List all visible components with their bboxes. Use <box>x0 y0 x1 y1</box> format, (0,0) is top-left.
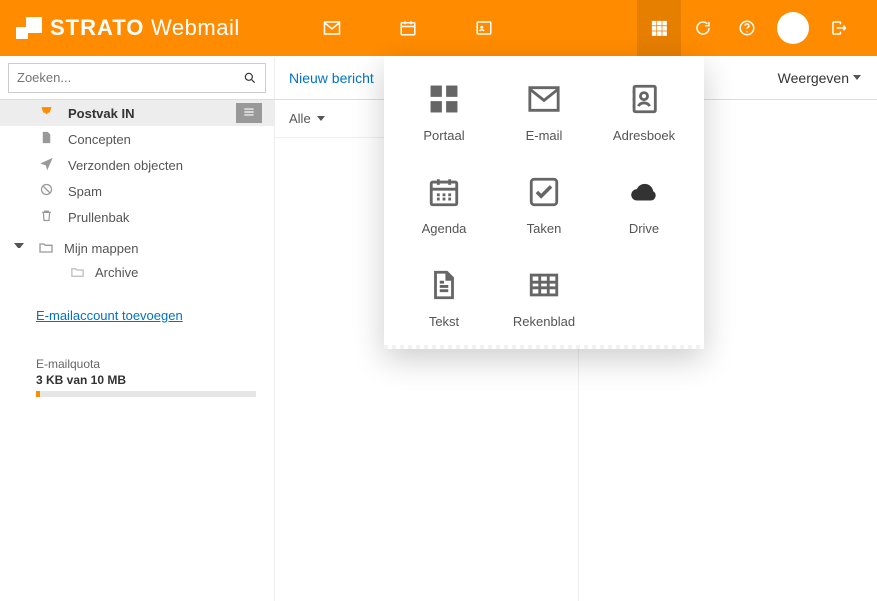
folder-label: Prullenbak <box>68 210 129 225</box>
folder-icon <box>70 265 85 280</box>
launcher-label: Rekenblad <box>513 314 575 329</box>
launcher-agenda[interactable]: Agenda <box>394 175 494 236</box>
plane-icon <box>38 156 54 174</box>
menu-icon <box>242 105 256 121</box>
cloud-icon <box>627 175 661 209</box>
launcher-label: Tekst <box>429 314 459 329</box>
table-icon <box>527 268 561 302</box>
top-bar: STRATO Webmail <box>0 0 877 56</box>
grid4-icon <box>427 82 461 116</box>
brand-text: STRATO Webmail <box>50 15 240 41</box>
launcher-email[interactable]: E-mail <box>494 82 594 143</box>
folder-archive-label: Archive <box>95 265 138 280</box>
help-button[interactable] <box>725 0 769 56</box>
chevron-down-icon <box>14 243 24 253</box>
folder-label: Postvak IN <box>68 106 134 121</box>
envelope-icon <box>527 82 561 116</box>
filter-label: Alle <box>289 111 311 126</box>
trash-icon <box>38 208 54 226</box>
chevron-down-icon <box>317 116 325 121</box>
launcher-tasks[interactable]: Taken <box>494 175 594 236</box>
folder-icon <box>38 240 54 256</box>
folder-trash[interactable]: Prullenbak <box>0 204 274 230</box>
folder-inbox[interactable]: Postvak IN <box>0 100 274 126</box>
app-launcher-button[interactable] <box>637 0 681 56</box>
compose-button[interactable]: Nieuw bericht <box>275 70 388 86</box>
quota-title: E-mailquota <box>36 357 256 371</box>
folder-archive[interactable]: Archive <box>70 260 274 284</box>
launcher-label: Portaal <box>423 128 464 143</box>
folder-drafts[interactable]: Concepten <box>0 126 274 152</box>
quota-value: 3 KB van 10 MB <box>36 373 256 387</box>
quota-widget: E-mailquota 3 KB van 10 MB <box>36 357 256 397</box>
ban-icon <box>38 182 54 200</box>
folder-label: Verzonden objecten <box>68 158 183 173</box>
folder-menu-button[interactable] <box>236 103 262 123</box>
view-label: Weergeven <box>778 70 849 86</box>
quota-bar <box>36 391 256 397</box>
contacts-app-icon[interactable] <box>462 0 506 56</box>
my-folders-header[interactable]: Mijn mappen <box>0 230 274 260</box>
calendar-icon <box>427 175 461 209</box>
launcher-sheet[interactable]: Rekenblad <box>494 268 594 329</box>
app-launcher-menu: Portaal E-mail Adresboek Agenda Taken Drive Te… <box>384 56 704 349</box>
folder-sidebar: Postvak IN Concepten Verzonden objecten Spa… <box>0 100 275 601</box>
search-icon <box>243 71 257 85</box>
folder-label: Spam <box>68 184 102 199</box>
file-icon <box>38 130 54 148</box>
launcher-label: Drive <box>629 221 659 236</box>
check-icon <box>527 175 561 209</box>
inbox-icon <box>38 104 54 122</box>
top-right-controls <box>637 0 861 56</box>
launcher-text[interactable]: Tekst <box>394 268 494 329</box>
folder-sent[interactable]: Verzonden objecten <box>0 152 274 178</box>
launcher-label: E-mail <box>526 128 563 143</box>
launcher-label: Agenda <box>422 221 467 236</box>
top-app-shortcuts <box>310 0 506 56</box>
folder-spam[interactable]: Spam <box>0 178 274 204</box>
chevron-down-icon <box>853 75 861 80</box>
brand-logo[interactable]: STRATO Webmail <box>16 15 240 41</box>
launcher-portal[interactable]: Portaal <box>394 82 494 143</box>
launcher-label: Adresboek <box>613 128 675 143</box>
launcher-contacts[interactable]: Adresboek <box>594 82 694 143</box>
view-dropdown[interactable]: Weergeven <box>778 70 877 86</box>
addressbook-icon <box>627 82 661 116</box>
logo-mark-icon <box>16 17 42 39</box>
launcher-label: Taken <box>527 221 562 236</box>
logout-button[interactable] <box>817 0 861 56</box>
search-input[interactable] <box>17 70 243 85</box>
user-avatar[interactable] <box>777 12 809 44</box>
mail-app-icon[interactable] <box>310 0 354 56</box>
launcher-drive[interactable]: Drive <box>594 175 694 236</box>
my-folders-label: Mijn mappen <box>64 241 138 256</box>
document-icon <box>427 268 461 302</box>
folder-label: Concepten <box>68 132 131 147</box>
add-account-link[interactable]: E-mailaccount toevoegen <box>36 308 183 323</box>
search-field[interactable] <box>8 63 266 93</box>
calendar-app-icon[interactable] <box>386 0 430 56</box>
refresh-button[interactable] <box>681 0 725 56</box>
